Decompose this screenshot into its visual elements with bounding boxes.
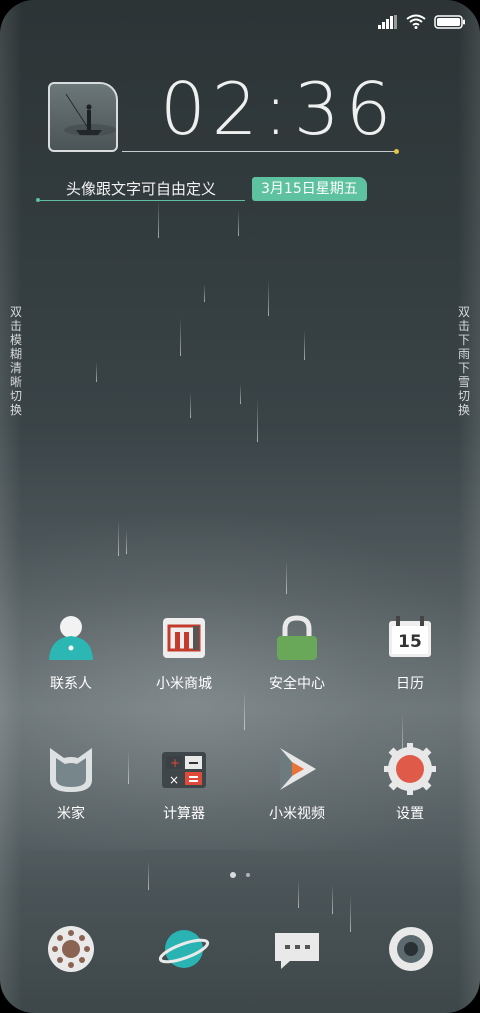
camera-icon [389, 927, 433, 971]
avatar-photo[interactable] [48, 82, 118, 152]
rain-streak [298, 880, 299, 908]
lock-icon [270, 612, 324, 666]
tagline-underline-dot [36, 198, 40, 202]
app-label: 设置 [396, 806, 424, 822]
page-indicator[interactable] [0, 872, 480, 878]
video-play-icon [270, 742, 324, 796]
app-calendar[interactable]: 15 日历 [355, 612, 465, 694]
rain-streak [158, 200, 159, 238]
app-contacts[interactable]: 联系人 [16, 612, 126, 694]
wifi-icon [406, 14, 426, 33]
app-settings[interactable]: 设置 [355, 742, 465, 824]
tagline-underline [39, 200, 245, 201]
battery-icon [434, 14, 466, 33]
rain-streak [268, 280, 269, 316]
right-side-hint: 双击下雨下雪切换 [457, 305, 470, 417]
dock-browser[interactable] [157, 922, 211, 976]
mi-store-icon [157, 612, 211, 666]
rain-streak [190, 392, 191, 418]
app-mi-video[interactable]: 小米视频 [242, 742, 352, 824]
app-label: 日历 [396, 676, 424, 692]
dock-phone[interactable] [44, 922, 98, 976]
rain-streak [238, 210, 239, 236]
rain-streak [126, 530, 127, 554]
calendar-day: 15 [398, 632, 422, 652]
phone-dialer-icon [48, 926, 94, 972]
status-bar [378, 14, 466, 33]
app-mi-store[interactable]: 小米商城 [129, 612, 239, 694]
app-mijia[interactable]: 米家 [16, 742, 126, 824]
calculator-icon: + × [157, 742, 211, 796]
browser-planet-icon [158, 930, 210, 968]
app-calculator[interactable]: + × 计算器 [129, 742, 239, 824]
home-screen: 02:36 头像跟文字可自由定义 3月15日星期五 双击模糊清晰切换 双击下雨下… [0, 0, 480, 1013]
svg-text:+: + [170, 756, 180, 770]
right-edge-glow [458, 0, 480, 1013]
page-dot-active[interactable] [230, 872, 236, 878]
rain-streak [244, 690, 245, 730]
clock-underline [122, 151, 396, 152]
rain-streak [304, 330, 305, 360]
rain-streak [240, 384, 241, 404]
rain-streak [96, 362, 97, 382]
app-label: 小米商城 [156, 676, 212, 692]
calendar-icon: 15 [383, 612, 437, 666]
app-label: 计算器 [163, 806, 205, 822]
app-security-center[interactable]: 安全中心 [242, 612, 352, 694]
clock-time[interactable]: 02:36 [160, 72, 400, 146]
clock-underline-dot [394, 149, 399, 154]
app-label: 联系人 [50, 676, 92, 692]
rain-streak [332, 884, 333, 914]
left-edge-glow [0, 0, 22, 1013]
rain-streak [180, 318, 181, 356]
gear-icon [383, 742, 437, 796]
contacts-icon [44, 612, 98, 666]
dock-messages[interactable] [270, 922, 324, 976]
svg-text:×: × [169, 773, 179, 787]
messages-icon [275, 933, 319, 969]
rain-streak [286, 560, 287, 594]
rain-streak [257, 398, 258, 442]
left-side-hint: 双击模糊清晰切换 [9, 305, 22, 417]
rain-streak [118, 520, 119, 556]
custom-tagline: 头像跟文字可自由定义 [66, 180, 217, 198]
signal-icon [378, 14, 398, 33]
mijia-icon [44, 742, 98, 796]
app-label: 安全中心 [269, 676, 325, 692]
page-dot[interactable] [246, 873, 250, 877]
app-label: 米家 [57, 806, 85, 822]
dock-camera[interactable] [384, 922, 438, 976]
app-label: 小米视频 [269, 806, 325, 822]
rain-streak [350, 896, 351, 932]
date-badge[interactable]: 3月15日星期五 [252, 177, 367, 201]
rain-streak [204, 284, 205, 302]
